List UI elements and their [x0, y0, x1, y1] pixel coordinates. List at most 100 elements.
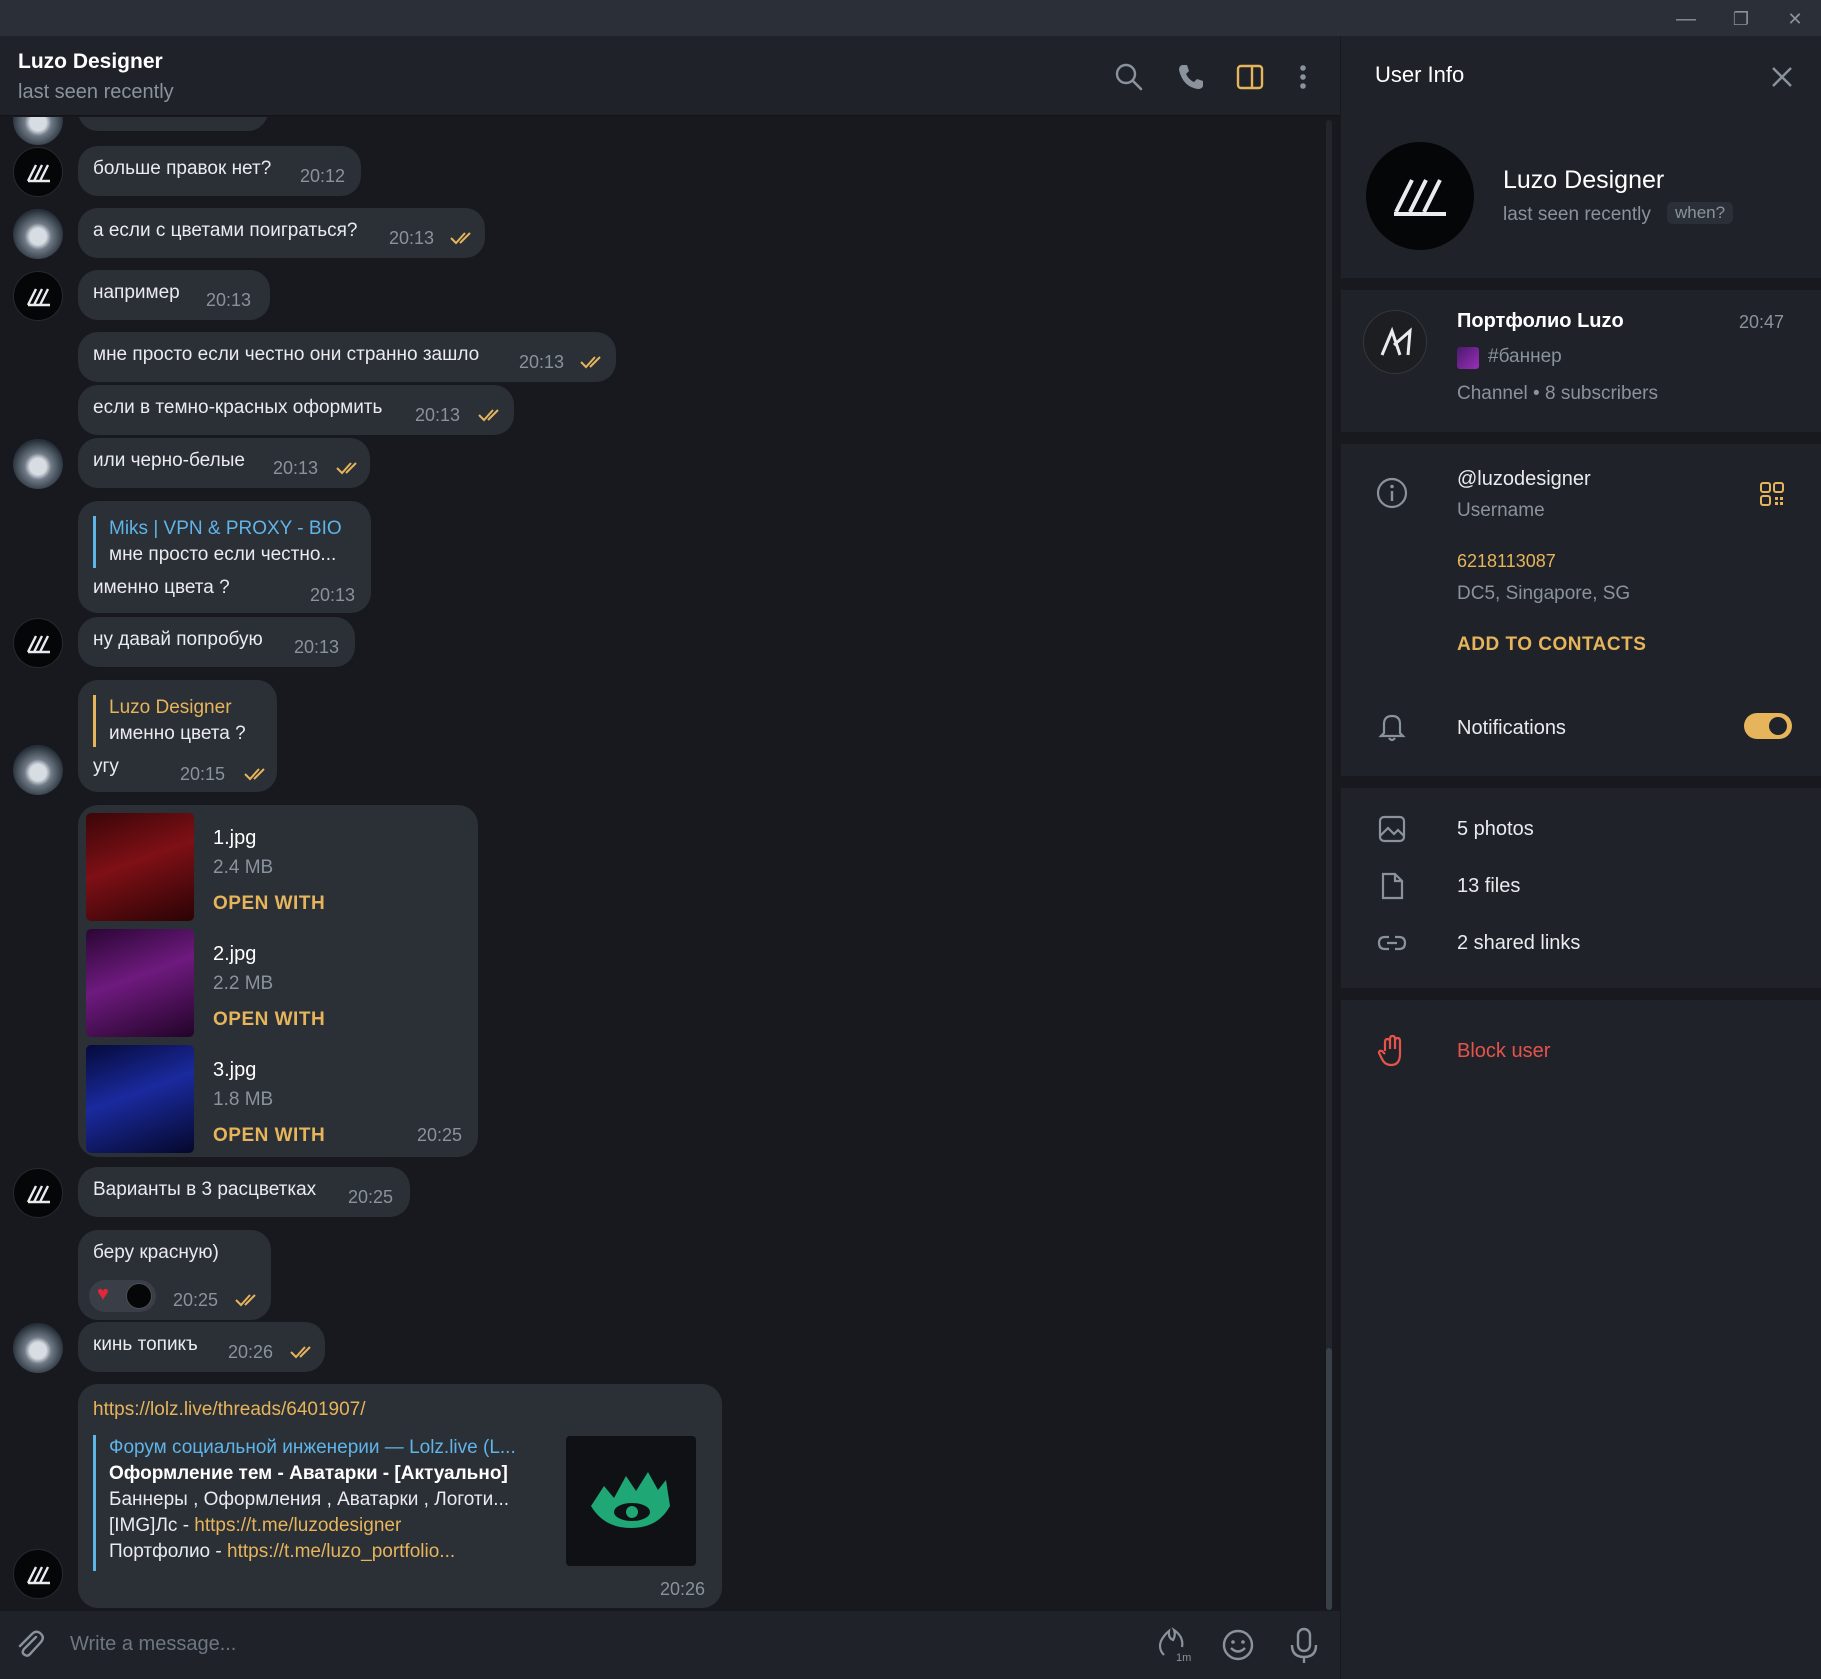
message-bubble[interactable]: если в темно-красных оформить 20:13: [78, 385, 514, 435]
message-time: 20:26: [228, 1342, 274, 1362]
message-bubble[interactable]: больше правок нет? 20:12: [78, 146, 361, 196]
reaction-chip[interactable]: ♥: [89, 1280, 156, 1312]
avatar[interactable]: [13, 1168, 63, 1218]
message-bubble-partial[interactable]: [78, 117, 268, 131]
message-bubble[interactable]: ну давай попробую 20:13: [78, 617, 355, 667]
file-icon: [1381, 872, 1404, 900]
microphone-icon[interactable]: [1286, 1625, 1322, 1665]
scrollbar-thumb[interactable]: [1326, 1348, 1332, 1610]
post-thumbnail: [1457, 347, 1479, 369]
link-icon: [1377, 935, 1407, 951]
message-input-bar[interactable]: Write a message... 1m: [0, 1611, 1340, 1679]
double-check-icon: [290, 1346, 311, 1359]
section-divider: [1341, 988, 1821, 1000]
shared-files-row[interactable]: 13 files: [1341, 863, 1821, 913]
user-id[interactable]: 6218113087: [1457, 551, 1556, 572]
channel-meta: Channel • 8 subscribers: [1457, 383, 1658, 404]
preview-link[interactable]: https://t.me/luzo_portfolio...: [227, 1541, 455, 1562]
message-bubble[interactable]: беру красную) ♥ 20:25: [78, 1230, 271, 1320]
double-check-icon: [336, 462, 357, 475]
preview-link[interactable]: https://t.me/luzodesigner: [194, 1515, 401, 1536]
block-user-button[interactable]: Block user: [1341, 1028, 1821, 1078]
section-divider: [1341, 432, 1821, 444]
preview-text: Портфолио -: [109, 1541, 228, 1562]
personal-channel[interactable]: Портфолио Luzo 20:47 #баннер Channel • 8…: [1341, 290, 1821, 416]
file-attachment[interactable]: 1.jpg 2.4 MB OPEN WITH: [86, 813, 476, 923]
profile-status: last seen recently: [1503, 204, 1651, 225]
emoji-icon[interactable]: [1220, 1627, 1256, 1663]
message-bubble[interactable]: кинь топикъ 20:26: [78, 1322, 325, 1372]
add-to-contacts-button[interactable]: ADD TO CONTACTS: [1457, 634, 1646, 656]
message-list[interactable]: больше правок нет? 20:12 а если с цветам…: [0, 117, 1340, 1611]
avatar[interactable]: [13, 618, 63, 668]
restore-button[interactable]: ❐: [1718, 4, 1764, 34]
search-icon[interactable]: [1112, 60, 1146, 94]
reply-quote[interactable]: Luzo Designer именно цвета ?: [93, 695, 258, 747]
autodelete-timer-icon[interactable]: 1m: [1152, 1625, 1192, 1665]
file-name: 2.jpg: [213, 943, 257, 965]
avatar[interactable]: [13, 439, 63, 489]
open-with-button[interactable]: OPEN WITH: [213, 1125, 325, 1147]
avatar[interactable]: [13, 271, 63, 321]
channel-time: 20:47: [1739, 312, 1785, 332]
username-link[interactable]: @luzodesigner: [1457, 468, 1591, 491]
message-bubble[interactable]: Luzo Designer именно цвета ? угу 20:15: [78, 680, 277, 792]
link-message-bubble[interactable]: https://lolz.live/threads/6401907/ Форум…: [78, 1384, 722, 1608]
message-bubble[interactable]: а если с цветами поиграться? 20:13: [78, 208, 485, 258]
message-bubble[interactable]: Варианты в 3 расцветках 20:25: [78, 1167, 410, 1217]
preview-image[interactable]: [566, 1436, 696, 1566]
profile-avatar[interactable]: [1366, 142, 1474, 250]
message-input[interactable]: Write a message...: [70, 1633, 236, 1656]
shared-links-row[interactable]: 2 shared links: [1341, 920, 1821, 970]
message-text: например: [93, 282, 180, 303]
reply-text: именно цвета ?: [109, 723, 246, 744]
message-time: 20:12: [300, 166, 346, 186]
shared-photos-row[interactable]: 5 photos: [1341, 806, 1821, 856]
minimize-button[interactable]: —: [1663, 4, 1709, 34]
avatar[interactable]: [13, 745, 63, 795]
last-seen-when-button[interactable]: when?: [1667, 202, 1734, 224]
file-thumbnail[interactable]: [86, 1045, 194, 1153]
file-thumbnail[interactable]: [86, 929, 194, 1037]
qr-code-icon[interactable]: [1758, 480, 1786, 508]
notifications-toggle[interactable]: [1744, 713, 1792, 739]
file-attachment[interactable]: 2.jpg 2.2 MB OPEN WITH: [86, 929, 476, 1039]
attach-icon[interactable]: [12, 1627, 48, 1663]
channel-last-post: #баннер: [1488, 346, 1562, 367]
message-bubble[interactable]: мне просто если честно они странно зашло…: [78, 332, 616, 382]
close-icon[interactable]: [1769, 64, 1795, 90]
message-bubble[interactable]: Miks | VPN & PROXY - BIO мне просто если…: [78, 501, 371, 613]
avatar[interactable]: [13, 117, 63, 145]
message-bubble[interactable]: или черно-белые 20:13: [78, 438, 370, 488]
avatar[interactable]: [13, 1323, 63, 1373]
message-bubble[interactable]: например 20:13: [78, 270, 270, 320]
phone-icon[interactable]: [1174, 60, 1208, 94]
reply-quote[interactable]: Miks | VPN & PROXY - BIO мне просто если…: [93, 516, 355, 568]
open-with-button[interactable]: OPEN WITH: [213, 1009, 325, 1031]
reply-author: Luzo Designer: [109, 697, 232, 718]
title-bar: — ❐ ✕: [0, 0, 1821, 36]
profile-name: Luzo Designer: [1503, 166, 1665, 194]
photo-icon: [1378, 815, 1406, 843]
message-text: беру красную): [93, 1242, 219, 1263]
chat-title[interactable]: Luzo Designer: [18, 50, 163, 74]
message-link[interactable]: https://lolz.live/threads/6401907/: [93, 1399, 366, 1421]
message-time: 20:13: [415, 405, 461, 425]
chat-header[interactable]: Luzo Designer last seen recently: [0, 36, 1340, 116]
file-group-bubble[interactable]: 1.jpg 2.4 MB OPEN WITH 2.jpg 2.2 MB OPEN…: [78, 805, 478, 1157]
avatar[interactable]: [13, 147, 63, 197]
avatar[interactable]: [13, 209, 63, 259]
message-text: ну давай попробую: [93, 629, 263, 650]
file-thumbnail[interactable]: [86, 813, 194, 921]
close-window-button[interactable]: ✕: [1772, 4, 1818, 34]
more-icon[interactable]: [1286, 60, 1320, 94]
notifications-label: Notifications: [1457, 717, 1566, 739]
message-time: 20:26: [660, 1579, 706, 1599]
open-with-button[interactable]: OPEN WITH: [213, 893, 325, 915]
sidebar-toggle-icon[interactable]: [1233, 60, 1267, 94]
chat-status: last seen recently: [18, 81, 174, 103]
message-text: именно цвета ?: [93, 577, 230, 598]
block-user-label: Block user: [1457, 1040, 1551, 1062]
message-time: 20:13: [294, 637, 340, 657]
avatar[interactable]: [13, 1549, 63, 1599]
